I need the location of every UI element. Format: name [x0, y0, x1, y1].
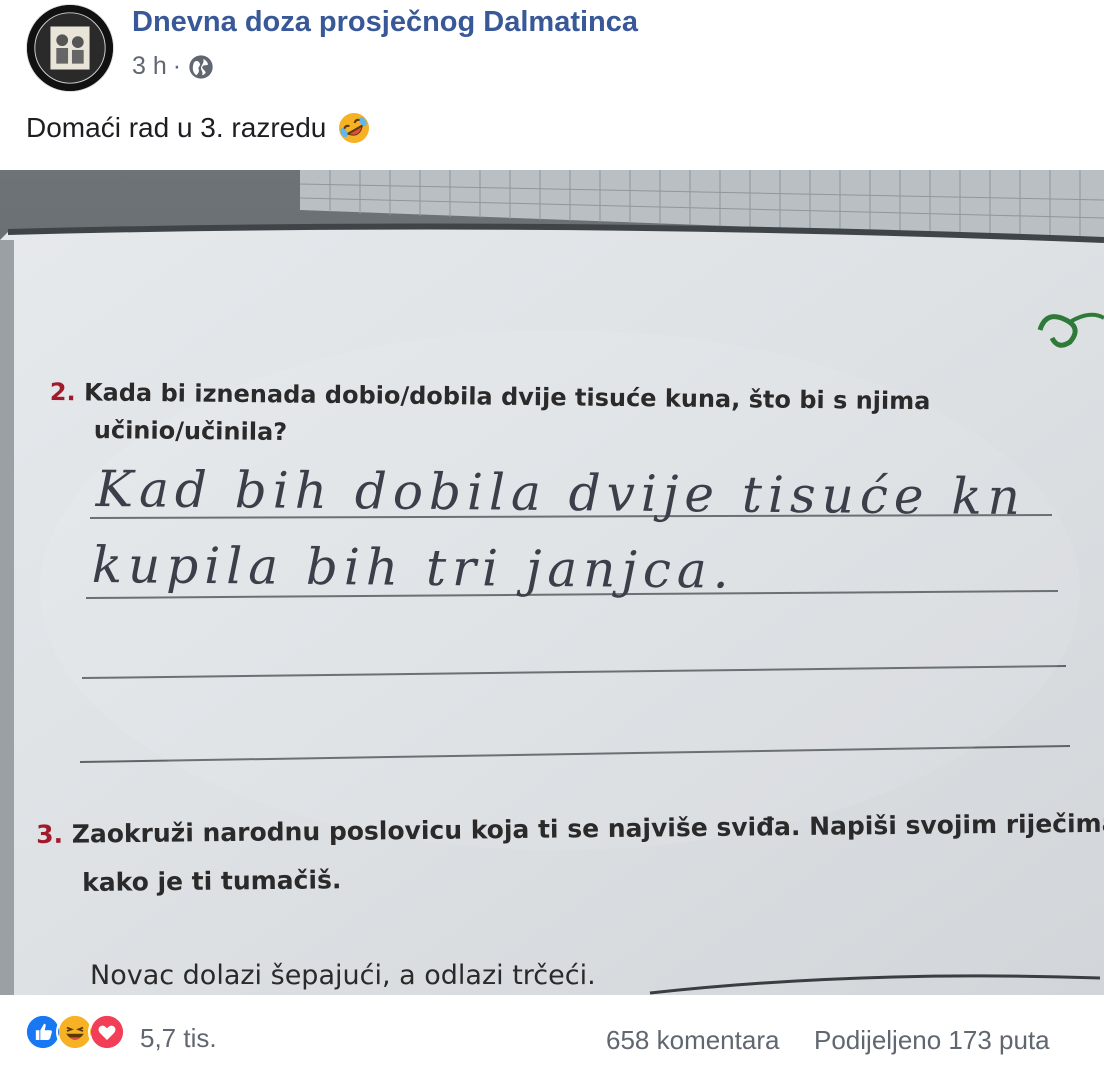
- shares-count-link[interactable]: Podijeljeno 173 puta: [814, 1025, 1050, 1056]
- love-icon[interactable]: [88, 1013, 126, 1051]
- meta-separator: ·: [172, 52, 182, 80]
- post-time[interactable]: 3 h: [132, 52, 167, 81]
- proverb-text: Novac dolazi šepajući, a odlazi trčeći.: [90, 960, 596, 991]
- post-header: Dnevna doza prosječnog Dalmatinca 3 h · …: [0, 0, 1104, 170]
- handwritten-answer-line-1: Kad bih dobila dvije tisuće kn: [95, 460, 1027, 527]
- question-3-line-2: kako je ti tumačiš.: [82, 865, 342, 897]
- question-2-number: 2.: [49, 378, 76, 407]
- question-2-line-2: učinio/učinila?: [93, 416, 288, 447]
- handwritten-answer-line-2: kupila bih tri janjca.: [91, 536, 735, 600]
- comments-count-link[interactable]: 658 komentara: [606, 1025, 779, 1056]
- reaction-icons[interactable]: [24, 1013, 126, 1051]
- post-caption: Domaći rad u 3. razredu: [26, 110, 372, 146]
- page-name-link[interactable]: Dnevna doza prosječnog Dalmatinca: [132, 6, 638, 39]
- globe-icon[interactable]: [187, 53, 215, 81]
- avatar-image: [27, 5, 113, 91]
- rolling-on-floor-laughing-icon: [339, 113, 370, 143]
- post-meta: 3 h ·: [132, 52, 215, 81]
- caption-text: Domaći rad u 3. razredu: [26, 112, 327, 143]
- reaction-count[interactable]: 5,7 tis.: [140, 1023, 217, 1054]
- reactions-bar: 5,7 tis. 658 komentara Podijeljeno 173 p…: [0, 995, 1104, 1080]
- page-avatar[interactable]: [26, 4, 114, 92]
- question-3-number: 3.: [36, 819, 64, 849]
- post-photo[interactable]: 2. Kada bi iznenada dobio/dobila dvije t…: [0, 170, 1104, 995]
